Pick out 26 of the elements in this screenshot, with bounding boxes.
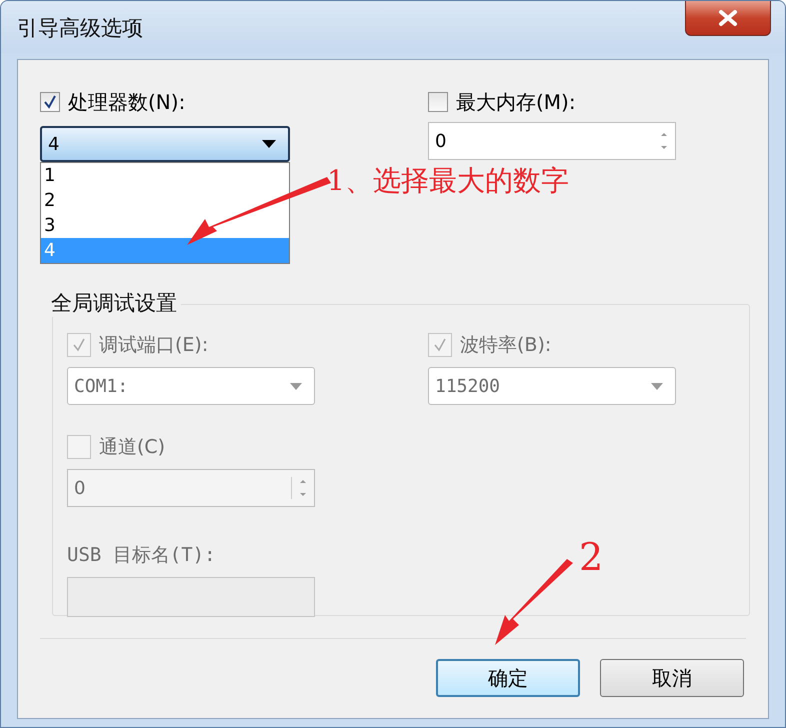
annotation-text: 1、选择最大的数字 [327, 163, 569, 199]
caret-icon [651, 382, 663, 390]
checkbox-label: 最大内存(M): [456, 88, 576, 116]
dialog-button[interactable]: 确定 [436, 659, 580, 697]
field-label: USB 目标名(T): [67, 543, 216, 568]
dropdown-option[interactable]: 1 [41, 163, 289, 188]
dropdown[interactable]: 4 [40, 126, 290, 162]
close-icon [717, 9, 739, 27]
check-icon [71, 337, 87, 353]
field-label: 波特率(B): [460, 333, 552, 358]
check-icon [432, 337, 448, 353]
field-label: 调试端口(E): [99, 333, 208, 358]
checkbox-label: 处理器数(N): [68, 88, 186, 116]
window-title: 引导高级选项 [17, 15, 143, 42]
annotation-text: 2 [579, 535, 604, 579]
caret-icon [262, 140, 276, 148]
checkbox[interactable] [428, 92, 448, 112]
field-label: 通道(C) [99, 435, 166, 460]
dropdown-option[interactable]: 3 [41, 213, 289, 238]
caret-icon [290, 382, 302, 390]
check-icon [42, 94, 58, 110]
spin-field[interactable]: 0 [428, 122, 676, 160]
dropdown-option[interactable]: 2 [41, 188, 289, 213]
close-button[interactable] [685, 1, 771, 36]
checkbox[interactable] [40, 92, 60, 112]
dialog-button[interactable]: 取消 [600, 659, 744, 697]
